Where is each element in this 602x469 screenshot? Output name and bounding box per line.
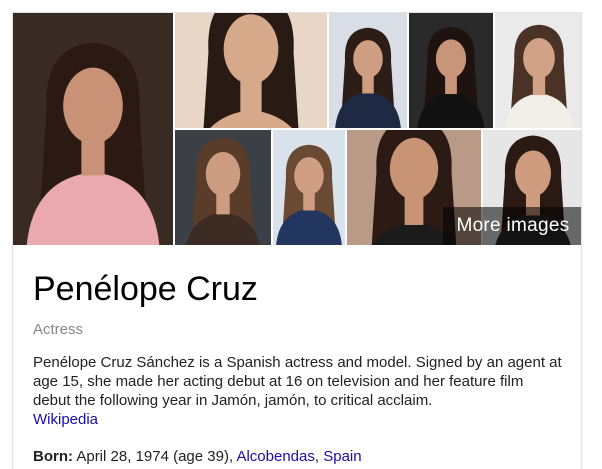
- portrait-photo: [273, 130, 345, 245]
- entity-subtitle: Actress: [33, 321, 84, 338]
- photo-face: [205, 151, 241, 197]
- entity-name: Penélope Cruz: [33, 270, 258, 308]
- image-tile-5[interactable]: [495, 13, 581, 128]
- portrait-photo: [409, 13, 493, 128]
- fact-born-text: April 28, 1974 (age 39),: [76, 448, 234, 465]
- image-tile-3[interactable]: [329, 13, 407, 128]
- photo-face: [223, 14, 279, 85]
- fact-born-link-alcobendas[interactable]: Alcobendas: [236, 448, 314, 465]
- more-images-label: More images: [456, 215, 570, 236]
- portrait-photo: [329, 13, 407, 128]
- photo-face: [353, 40, 383, 78]
- more-images-button[interactable]: More images: [443, 207, 581, 245]
- photo-face: [515, 150, 551, 197]
- portrait-photo: [175, 13, 327, 128]
- image-mosaic: More images: [13, 13, 581, 245]
- fact-born-label: Born:: [33, 448, 73, 465]
- image-tile-6[interactable]: [175, 130, 271, 245]
- entity-info: Penélope Cruz Actress Penélope Cruz Sánc…: [33, 269, 563, 466]
- fact-born-separator: ,: [314, 448, 324, 465]
- photo-face: [63, 67, 123, 144]
- photo-face: [389, 137, 439, 200]
- photo-face: [294, 157, 324, 195]
- image-tile-7[interactable]: [273, 130, 345, 245]
- portrait-photo: [495, 13, 581, 128]
- image-tile-4[interactable]: [409, 13, 493, 128]
- fact-born-link-spain[interactable]: Spain: [323, 448, 361, 465]
- description-text: Penélope Cruz Sánchez is a Spanish actre…: [33, 354, 562, 409]
- knowledge-panel: More images Penélope Cruz Actress Penélo…: [12, 12, 582, 469]
- fact-born: Born: April 28, 1974 (age 39), Alcobenda…: [33, 447, 563, 466]
- photo-face: [523, 37, 555, 79]
- portrait-photo: [13, 13, 173, 245]
- image-tile-2[interactable]: [175, 13, 327, 128]
- image-tile-1[interactable]: [13, 13, 173, 245]
- photo-face: [435, 39, 467, 79]
- portrait-photo: [175, 130, 271, 245]
- entity-description: Penélope Cruz Sánchez is a Spanish actre…: [33, 353, 563, 429]
- wikipedia-link[interactable]: Wikipedia: [33, 411, 98, 428]
